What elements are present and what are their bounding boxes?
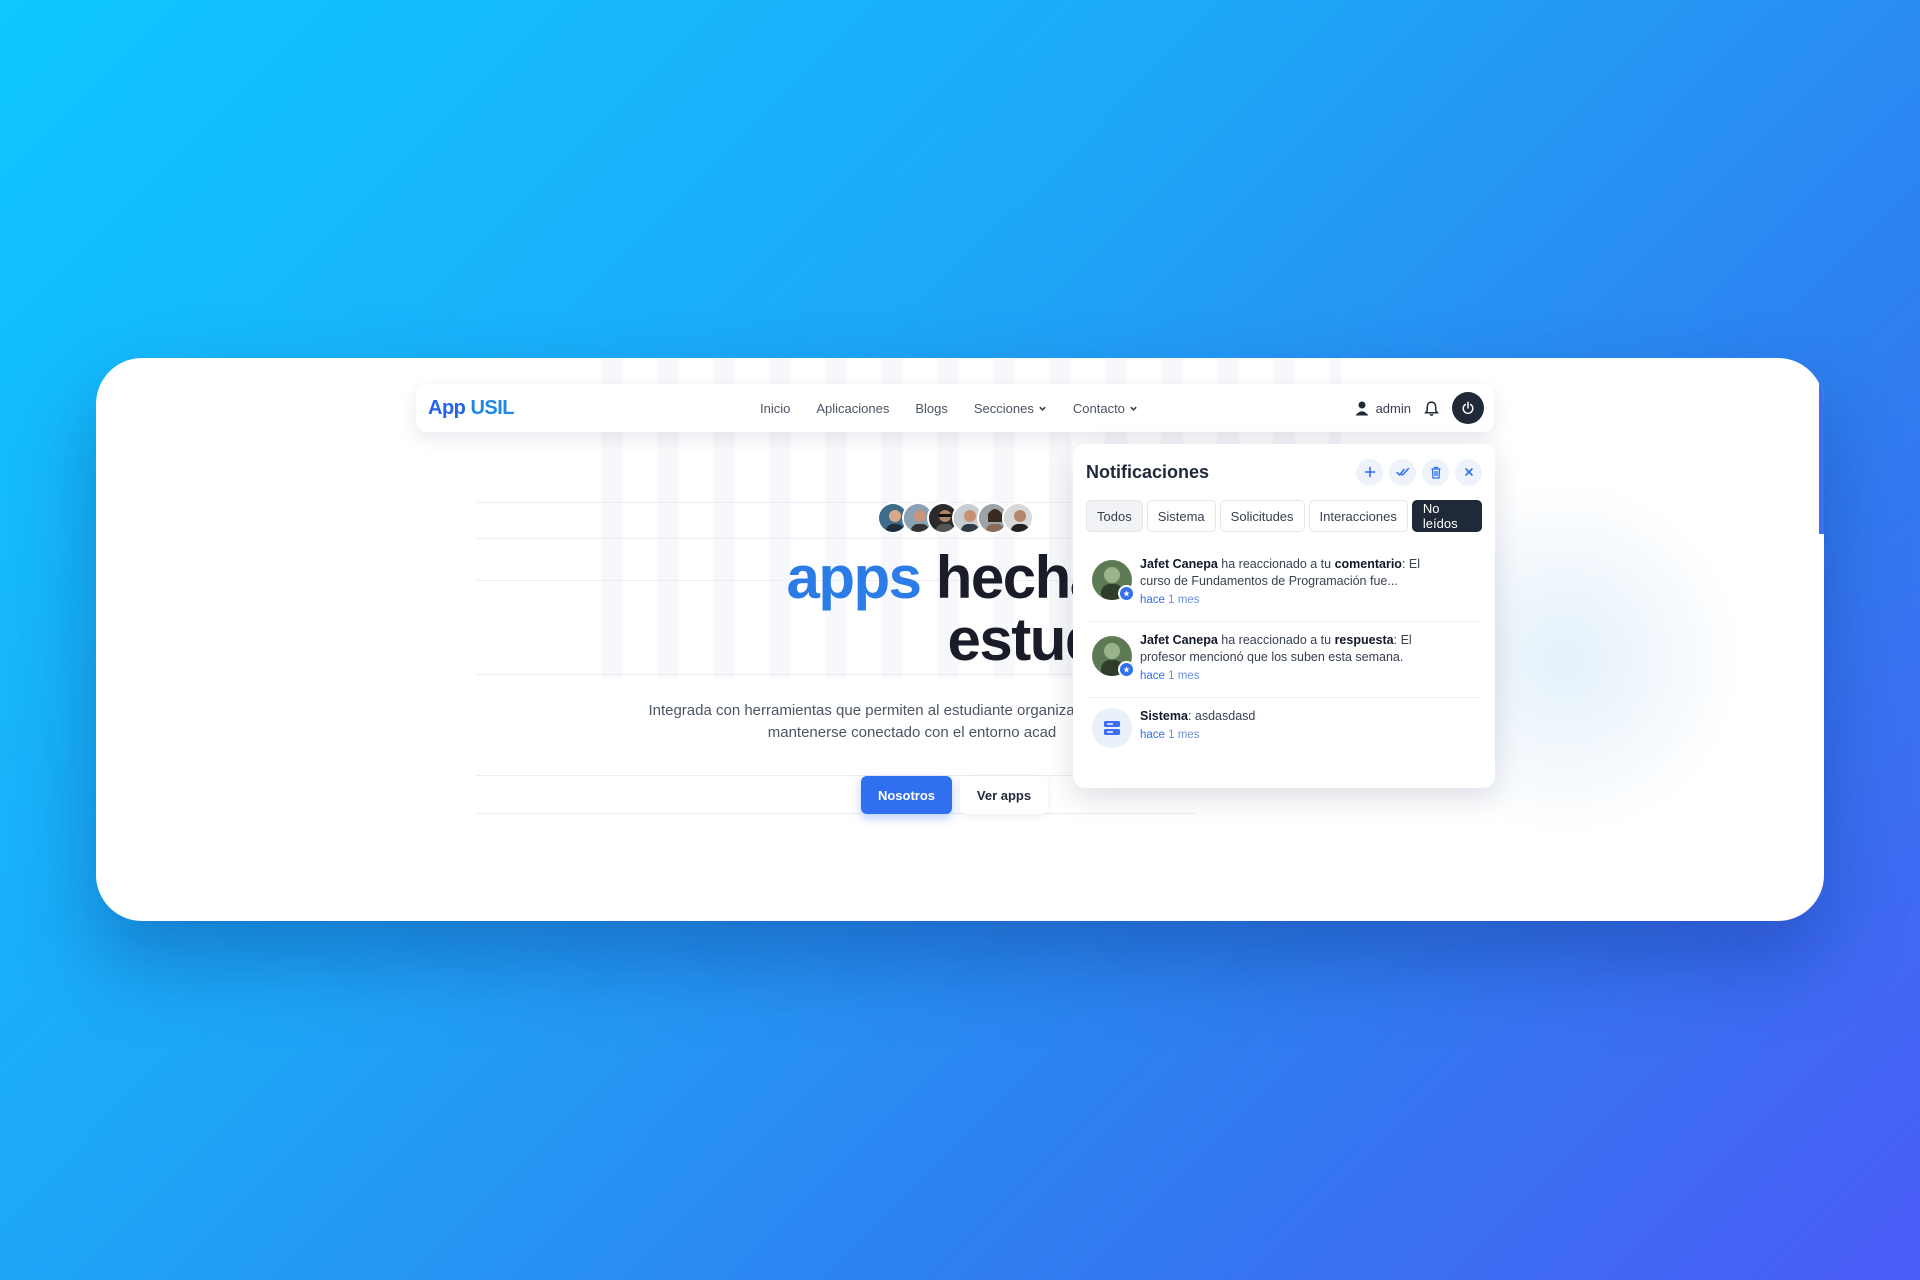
headline-accent: apps — [786, 544, 923, 611]
mark-all-read-button[interactable] — [1389, 458, 1416, 486]
logout-button[interactable] — [1452, 392, 1484, 424]
tab-sistema[interactable]: Sistema — [1146, 500, 1216, 532]
notification-tabs: Todos Sistema Solicitudes Interacciones … — [1086, 500, 1482, 532]
ver-apps-button[interactable]: Ver apps — [960, 776, 1048, 814]
time-prefix: hace — [1140, 670, 1165, 682]
chevron-down-icon — [1039, 406, 1046, 411]
notification-action: ha reaccionado a tu — [1217, 557, 1335, 571]
system-avatar — [1092, 708, 1132, 748]
delete-all-button[interactable] — [1422, 458, 1449, 486]
user-name: admin — [1375, 400, 1411, 416]
user-menu[interactable]: admin — [1354, 400, 1411, 416]
time-value: 1 mes — [1168, 670, 1200, 682]
chevron-down-icon — [1130, 406, 1137, 411]
plus-icon — [1364, 466, 1375, 478]
browser-window: apps hechas estudiante Integrada con her… — [96, 358, 1824, 921]
notifications-panel: Notificaciones Todos Sistema Solicitudes — [1073, 444, 1495, 788]
reaction-badge-icon — [1123, 590, 1130, 597]
logo-usil: USIL — [470, 396, 515, 419]
notification-list: Jafet Canepa ha reaccionado a tu comenta… — [1086, 546, 1482, 760]
nav-right: admin — [1354, 392, 1484, 424]
nav-link-label: Inicio — [760, 400, 791, 416]
tab-interacciones[interactable]: Interacciones — [1308, 500, 1408, 532]
nav-link-label: Secciones — [973, 400, 1034, 416]
logo[interactable]: App USIL — [428, 396, 515, 420]
tab-solicitudes[interactable]: Solicitudes — [1219, 500, 1305, 532]
power-icon — [1462, 401, 1474, 415]
nav-link-contacto[interactable]: Contacto — [1073, 401, 1138, 416]
add-button[interactable] — [1356, 458, 1383, 486]
notification-item[interactable]: Jafet Canepa ha reaccionado a tu respues… — [1086, 622, 1482, 698]
notification-action: ha reaccionado a tu — [1217, 633, 1335, 647]
notification-text: Sistema: asdasdasd hace 1 mes — [1140, 708, 1440, 748]
nav-link-inicio[interactable]: Inicio — [760, 401, 790, 416]
notification-actor: Sistema — [1140, 709, 1188, 723]
avatar — [1092, 636, 1135, 678]
notification-text: Jafet Canepa ha reaccionado a tu comenta… — [1140, 556, 1440, 609]
notifications-actions — [1356, 458, 1482, 486]
trash-icon — [1431, 466, 1440, 479]
bell-icon — [1424, 400, 1439, 416]
user-icon — [1355, 401, 1369, 416]
notifications-title: Notificaciones — [1086, 461, 1210, 482]
hero-headline: apps hechas — [96, 548, 1824, 608]
divider — [476, 813, 1196, 814]
close-button[interactable] — [1455, 458, 1482, 486]
notification-target: respuesta — [1334, 633, 1394, 647]
notification-item[interactable]: Sistema: asdasdasd hace 1 mes — [1086, 698, 1482, 760]
notification-time: hace 1 mes — [1140, 727, 1440, 744]
reaction-badge — [1118, 585, 1135, 602]
tab-todos[interactable]: Todos — [1086, 500, 1143, 532]
avatar-group — [877, 502, 1034, 534]
notification-time: hace 1 mes — [1140, 668, 1440, 685]
server-icon — [1104, 721, 1120, 735]
close-icon — [1464, 468, 1473, 476]
time-value: 1 mes — [1168, 729, 1200, 741]
notifications-button[interactable] — [1423, 400, 1440, 417]
nav-link-label: Contacto — [1072, 400, 1125, 416]
hero-headline-line2: estudiante — [226, 610, 1824, 670]
reaction-badge-icon — [1123, 666, 1130, 673]
nosotros-button[interactable]: Nosotros — [861, 776, 952, 814]
avatar — [1002, 502, 1034, 534]
notification-actor: Jafet Canepa — [1140, 557, 1218, 571]
nav-link-blogs[interactable]: Blogs — [915, 401, 948, 416]
nav-link-secciones[interactable]: Secciones — [974, 401, 1047, 416]
nav-link-aplicaciones[interactable]: Aplicaciones — [816, 401, 889, 416]
notification-action: : asdasdasd — [1187, 709, 1256, 723]
nav-link-label: Blogs — [915, 400, 948, 416]
tab-no-leidos[interactable]: No leídos — [1411, 500, 1482, 532]
logo-app: App — [428, 396, 466, 419]
notification-actor: Jafet Canepa — [1140, 633, 1218, 647]
avatar — [1092, 560, 1135, 602]
scrollbar[interactable] — [1819, 358, 1824, 534]
check-double-icon — [1395, 467, 1409, 476]
notification-time: hace 1 mes — [1140, 592, 1440, 609]
notification-target: comentario — [1334, 557, 1402, 571]
reaction-badge — [1118, 661, 1135, 678]
nav-links: Inicio Aplicaciones Blogs Secciones Cont… — [760, 384, 1164, 432]
notifications-header: Notificaciones — [1086, 458, 1482, 486]
time-prefix: hace — [1140, 729, 1165, 741]
notification-item[interactable]: Jafet Canepa ha reaccionado a tu comenta… — [1086, 546, 1482, 622]
notification-text: Jafet Canepa ha reaccionado a tu respues… — [1140, 632, 1440, 685]
time-prefix: hace — [1140, 594, 1165, 606]
time-value: 1 mes — [1168, 594, 1200, 606]
nav-link-label: Aplicaciones — [816, 400, 890, 416]
navbar: App USIL Inicio Aplicaciones Blogs Secci… — [416, 384, 1494, 432]
hero-subtitle-line2: mantenerse conectado con el entorno acad — [767, 724, 1057, 741]
